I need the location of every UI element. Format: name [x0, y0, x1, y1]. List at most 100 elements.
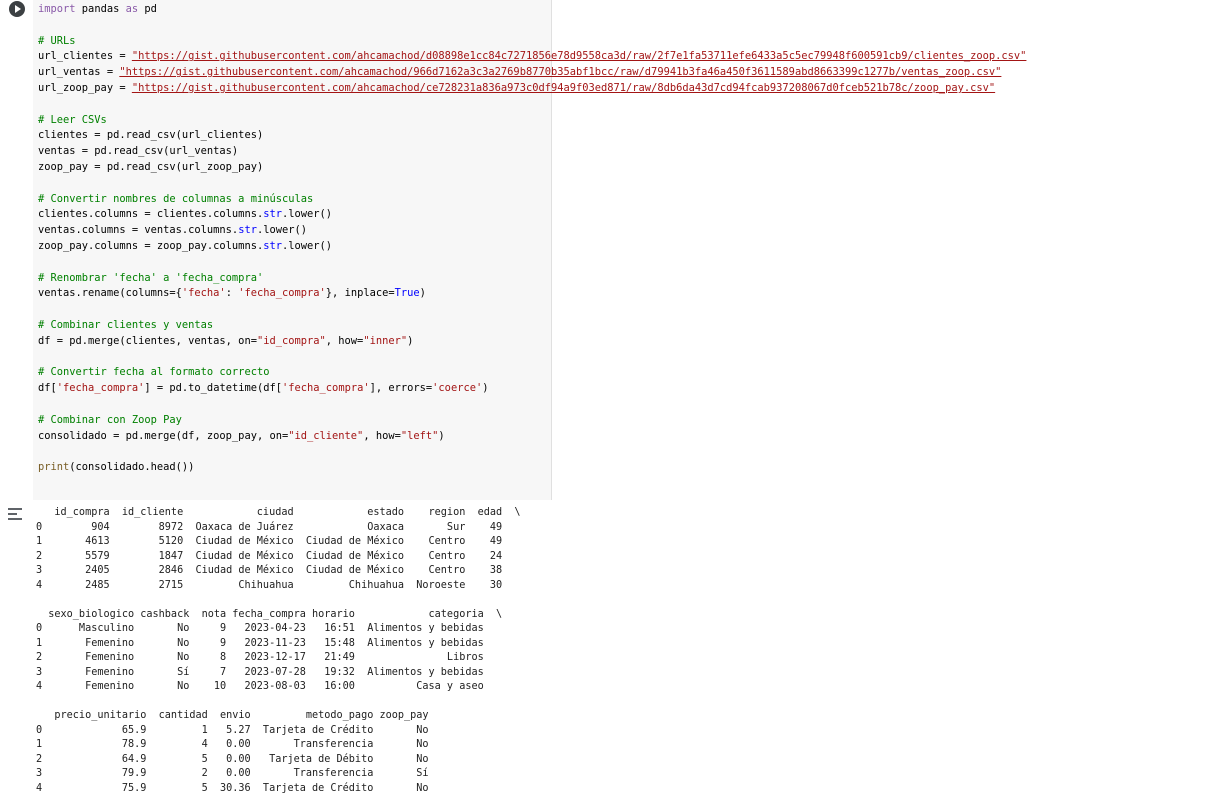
output-expand-icon[interactable]: [8, 507, 24, 521]
code-token: clientes = pd.read_csv(url_clientes): [38, 129, 264, 142]
run-cell-button[interactable]: [9, 1, 25, 17]
output-line: 4 Femenino No 10 2023-08-03 16:00 Casa y…: [36, 681, 484, 692]
code-token: ventas.rename(columns={: [38, 287, 182, 300]
code-token: # Convertir nombres de columnas a minúsc…: [38, 192, 314, 205]
code-line: consolidado = pd.merge(df, zoop_pay, on=…: [38, 429, 1026, 445]
code-token: 'fecha': [181, 287, 226, 300]
code-token: .lower(): [256, 224, 308, 237]
code-line: # URLs: [38, 34, 1026, 50]
output-line: 3 Femenino Sí 7 2023-07-28 19:32 Aliment…: [36, 666, 484, 678]
code-token: ): [419, 287, 426, 300]
code-token: ] = pd.to_datetime(df[: [144, 382, 283, 395]
code-line: url_clientes = "https://gist.githubuserc…: [38, 49, 1026, 65]
code-line: ventas.columns = ventas.columns.str.lowe…: [38, 223, 1026, 239]
output-line: 1 Femenino No 9 2023-11-23 15:48 Aliment…: [36, 637, 484, 649]
code-token: # Renombrar 'fecha' a 'fecha_compra': [38, 271, 264, 284]
code-token: "inner": [363, 334, 408, 347]
code-token: , how=: [363, 429, 401, 442]
output-line: 3 2405 2846 Ciudad de México Ciudad de M…: [36, 565, 503, 576]
code-token: df = pd.merge(clientes, ventas, on=: [38, 334, 257, 347]
code-token: .lower(): [282, 208, 333, 221]
code-text[interactable]: import pandas as pd # URLs url_clientes =…: [38, 2, 1026, 476]
code-token: 'coerce': [432, 382, 483, 395]
code-token: zoop_pay.columns = zoop_pay.columns.: [38, 239, 264, 252]
code-token: .lower(): [282, 239, 333, 252]
code-token: # Convertir fecha al formato correcto: [38, 366, 270, 379]
code-token: df[: [38, 382, 57, 395]
output-line: 3 79.9 2 0.00 Transferencia Sí: [36, 768, 429, 779]
code-token: str: [263, 208, 282, 221]
code-token: url_zoop_pay =: [38, 81, 132, 94]
code-line: url_ventas = "https://gist.githubusercon…: [38, 65, 1026, 81]
output-line: 0 Masculino No 9 2023-04-23 16:51 Alimen…: [36, 623, 484, 634]
output-line: sexo_biologico cashback nota fecha_compr…: [36, 608, 503, 620]
code-token: (consolidado.head()): [69, 461, 195, 474]
code-line: df[ 'fecha_compra'] = pd.to_datetime(df[ '…: [38, 381, 1026, 397]
cell-gutter: [0, 0, 33, 500]
code-token: str: [238, 224, 257, 237]
code-token: import: [38, 3, 76, 15]
code-line: url_zoop_pay = "https://gist.githubuserc…: [38, 81, 1026, 97]
code-line: clientes = pd.read_csv(url_clientes): [38, 128, 1026, 144]
code-line: ventas.rename(columns={'fecha': 'fecha_c…: [38, 286, 1026, 302]
code-token: "https://gist.githubusercontent.com/ahca…: [119, 66, 1002, 79]
code-line: print(consolidado.head()): [38, 460, 1026, 476]
code-token: ): [407, 334, 414, 347]
code-token: "https://gist.githubusercontent.com/ahca…: [131, 50, 1027, 63]
code-token: url_ventas =: [38, 66, 120, 79]
code-token: consolidado = pd.merge(df, zoop_pay, on=: [38, 429, 289, 442]
code-token: pandas: [75, 3, 126, 15]
output-gutter: [0, 500, 33, 799]
code-token: as: [125, 3, 139, 15]
code-token: # Combinar con Zoop Pay: [38, 413, 182, 426]
output-line: 0 65.9 1 5.27 Tarjeta de Crédito No: [36, 724, 429, 736]
code-token: # Combinar clientes y ventas: [38, 318, 214, 331]
code-line: df = pd.merge(clientes, ventas, on="id_c…: [38, 334, 1026, 350]
code-token: , how=: [325, 334, 364, 347]
output-line: 1 78.9 4 0.00 Transferencia No: [36, 739, 429, 750]
code-token: }, inplace=: [325, 287, 395, 300]
code-token: url_clientes =: [38, 50, 132, 63]
code-token: True: [394, 287, 420, 300]
code-line: # Convertir nombres de columnas a minúsc…: [38, 192, 1026, 208]
code-token: zoop_pay = pd.read_csv(url_zoop_pay): [38, 160, 264, 173]
code-line: # Combinar clientes y ventas: [38, 318, 1026, 334]
code-token: # URLs: [38, 34, 76, 47]
code-token: "id_cliente": [288, 429, 364, 442]
code-token: clientes.columns = clientes.columns.: [38, 208, 264, 221]
cell-output: id_compra id_cliente ciudad estado regio…: [36, 506, 521, 796]
code-line: # Leer CSVs: [38, 113, 1026, 129]
code-line: clientes.columns = clientes.columns.str.…: [38, 207, 1026, 223]
code-token: 'fecha_compra': [282, 382, 370, 395]
code-token: str: [263, 239, 282, 252]
output-line: id_compra id_cliente ciudad estado regio…: [36, 507, 521, 518]
code-token: pd: [138, 3, 157, 15]
output-line: precio_unitario cantidad envio metodo_pa…: [36, 710, 429, 721]
code-token: "left": [400, 429, 439, 442]
code-token: "https://gist.githubusercontent.com/ahca…: [131, 81, 996, 94]
code-token: ventas = pd.read_csv(url_ventas): [38, 145, 239, 158]
code-token: "id_compra": [256, 334, 326, 347]
code-line: # Combinar con Zoop Pay: [38, 413, 1026, 429]
code-line: # Convertir fecha al formato correcto: [38, 365, 1026, 381]
code-line: zoop_pay = pd.read_csv(url_zoop_pay): [38, 160, 1026, 176]
output-line: 0 904 8972 Oaxaca de Juárez Oaxaca Sur 4…: [36, 521, 503, 533]
code-token: ): [438, 429, 445, 442]
output-line: 2 Femenino No 8 2023-12-17 21:49 Libros: [36, 652, 484, 663]
output-line: 2 64.9 5 0.00 Tarjeta de Débito No: [36, 753, 429, 765]
code-token: :: [225, 287, 239, 300]
code-token: ], errors=: [369, 382, 433, 395]
code-line: # Renombrar 'fecha' a 'fecha_compra': [38, 271, 1026, 287]
output-line: 4 2485 2715 Chihuahua Chihuahua Noroeste…: [36, 579, 503, 591]
output-line: 1 4613 5120 Ciudad de México Ciudad de M…: [36, 536, 503, 547]
